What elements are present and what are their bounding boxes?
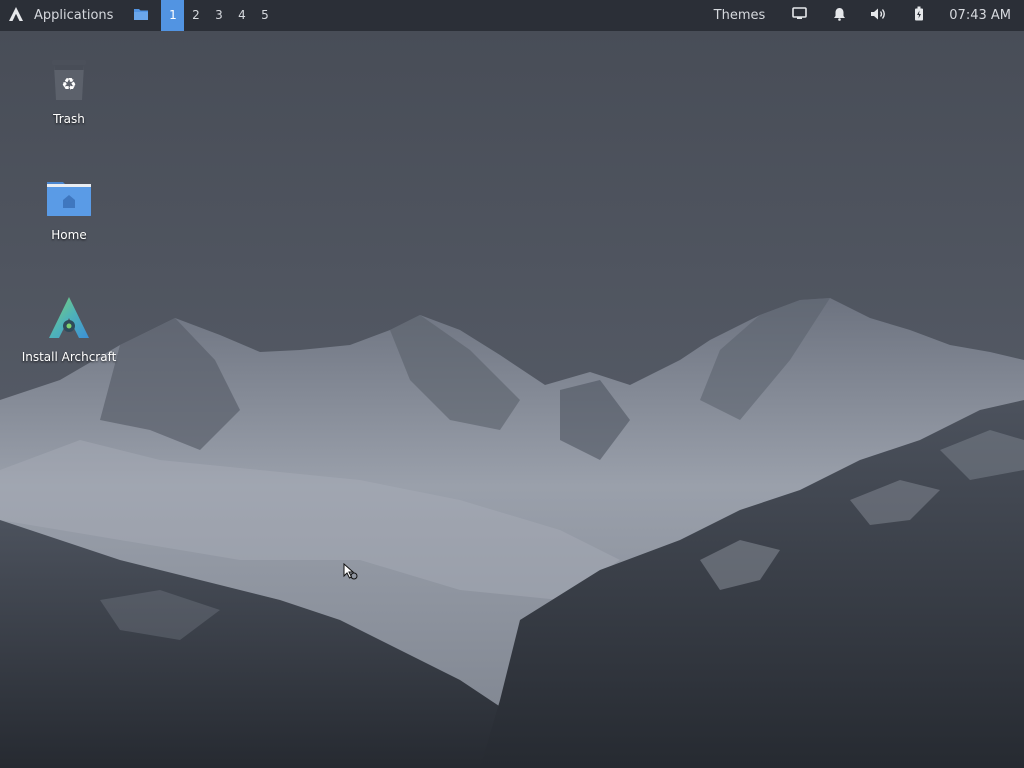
file-manager-launcher[interactable]: [133, 7, 149, 25]
home-folder-icon: [45, 178, 93, 222]
desktop-icon-label: Trash: [53, 112, 85, 126]
svg-text:♻: ♻: [61, 75, 76, 95]
display-button[interactable]: [779, 0, 819, 31]
desktop-icon-label: Install Archcraft: [21, 350, 117, 364]
applications-label: Applications: [34, 8, 114, 23]
bell-icon: [833, 7, 846, 25]
desktop-icon-install-archcraft[interactable]: Install Archcraft: [14, 296, 124, 364]
desktop-icon-home[interactable]: Home: [14, 178, 124, 242]
workspace-2[interactable]: 2: [184, 0, 207, 31]
top-panel: Applications 1 2 3 4 5 Themes 07:43 AM: [0, 0, 1024, 31]
workspace-4[interactable]: 4: [230, 0, 253, 31]
applications-menu-button[interactable]: Applications: [0, 0, 121, 31]
desktop-icon-trash[interactable]: ♻ Trash: [14, 58, 124, 126]
workspace-switcher: 1 2 3 4 5: [161, 0, 276, 31]
desktop[interactable]: Applications 1 2 3 4 5 Themes 07:43 AM ♻…: [0, 0, 1024, 768]
themes-button[interactable]: Themes: [700, 0, 780, 31]
notifications-button[interactable]: [819, 0, 859, 31]
workspace-3[interactable]: 3: [207, 0, 230, 31]
file-manager-icon: [133, 7, 149, 25]
themes-label: Themes: [713, 8, 766, 23]
clock[interactable]: 07:43 AM: [939, 0, 1024, 31]
workspace-5[interactable]: 5: [253, 0, 276, 31]
archcraft-logo-icon: [8, 6, 34, 26]
battery-icon: [914, 6, 924, 25]
mountain-wallpaper: [0, 0, 1024, 768]
volume-button[interactable]: [859, 0, 899, 31]
workspace-1[interactable]: 1: [161, 0, 185, 31]
clock-label: 07:43 AM: [949, 8, 1011, 23]
desktop-icon-label: Home: [51, 228, 87, 242]
battery-button[interactable]: [899, 0, 939, 31]
trash-icon: ♻: [49, 58, 89, 106]
mouse-pointer-icon: [343, 562, 359, 585]
archcraft-installer-icon: [48, 296, 90, 344]
display-icon: [791, 7, 807, 24]
volume-icon: [870, 7, 888, 25]
